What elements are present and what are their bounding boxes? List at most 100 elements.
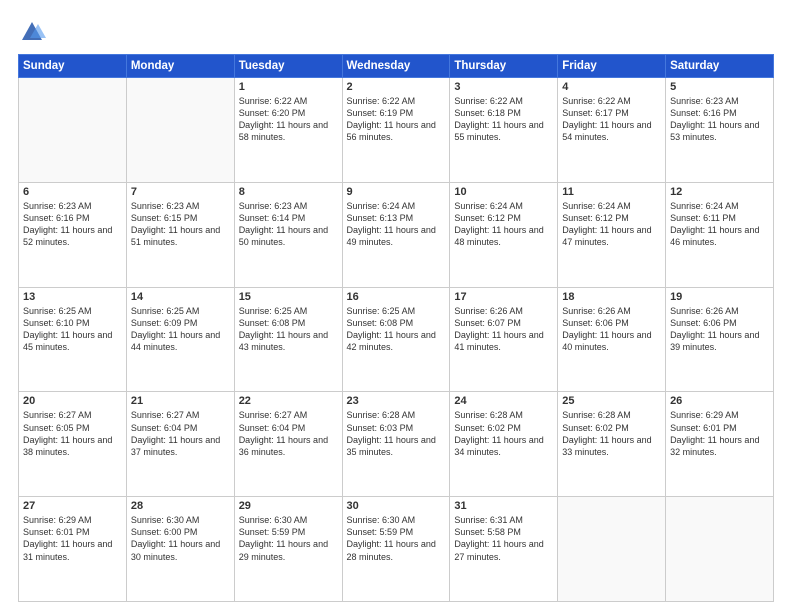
day-info: Sunrise: 6:22 AMSunset: 6:17 PMDaylight:… [562, 95, 661, 144]
day-info: Sunrise: 6:28 AMSunset: 6:03 PMDaylight:… [347, 409, 446, 458]
day-number: 12 [670, 186, 769, 198]
weekday-header-friday: Friday [558, 55, 666, 78]
day-number: 3 [454, 81, 553, 93]
day-info: Sunrise: 6:23 AMSunset: 6:14 PMDaylight:… [239, 200, 338, 249]
day-number: 20 [23, 395, 122, 407]
day-number: 10 [454, 186, 553, 198]
day-cell: 22 Sunrise: 6:27 AMSunset: 6:04 PMDayligh… [234, 392, 342, 497]
day-cell: 25Sunrise: 6:28 AMSunset: 6:02 PMDayligh… [558, 392, 666, 497]
day-info: Sunrise: 6:25 AMSunset: 6:08 PMDaylight:… [239, 305, 338, 354]
day-number: 22 [239, 395, 338, 407]
day-info: Sunrise: 6:24 AMSunset: 6:13 PMDaylight:… [347, 200, 446, 249]
day-cell [666, 497, 774, 602]
day-info: Sunrise: 6:25 AMSunset: 6:09 PMDaylight:… [131, 305, 230, 354]
day-info: Sunrise: 6:29 AMSunset: 6:01 PMDaylight:… [23, 514, 122, 563]
weekday-header-saturday: Saturday [666, 55, 774, 78]
day-cell: 14 Sunrise: 6:25 AMSunset: 6:09 PMDayligh… [126, 287, 234, 392]
day-cell: 21 Sunrise: 6:27 AMSunset: 6:04 PMDayligh… [126, 392, 234, 497]
header [18, 18, 774, 46]
day-number: 14 [131, 291, 230, 303]
day-number: 6 [23, 186, 122, 198]
day-number: 27 [23, 500, 122, 512]
week-row-1: 6 Sunrise: 6:23 AMSunset: 6:16 PMDaylight… [19, 182, 774, 287]
weekday-header-sunday: Sunday [19, 55, 127, 78]
day-number: 21 [131, 395, 230, 407]
day-cell: 27 Sunrise: 6:29 AMSunset: 6:01 PMDayligh… [19, 497, 127, 602]
day-cell: 9 Sunrise: 6:24 AMSunset: 6:13 PMDaylight… [342, 182, 450, 287]
day-info: Sunrise: 6:22 AMSunset: 6:19 PMDaylight:… [347, 95, 446, 144]
day-cell: 20 Sunrise: 6:27 AMSunset: 6:05 PMDayligh… [19, 392, 127, 497]
day-cell: 5 Sunrise: 6:23 AMSunset: 6:16 PMDaylight… [666, 78, 774, 183]
weekday-header-thursday: Thursday [450, 55, 558, 78]
day-info: Sunrise: 6:26 AMSunset: 6:07 PMDaylight:… [454, 305, 553, 354]
day-cell: 2Sunrise: 6:22 AMSunset: 6:19 PMDaylight… [342, 78, 450, 183]
day-cell: 31Sunrise: 6:31 AMSunset: 5:58 PMDayligh… [450, 497, 558, 602]
day-number: 7 [131, 186, 230, 198]
day-info: Sunrise: 6:23 AMSunset: 6:16 PMDaylight:… [670, 95, 769, 144]
day-cell: 8 Sunrise: 6:23 AMSunset: 6:14 PMDaylight… [234, 182, 342, 287]
day-cell: 17 Sunrise: 6:26 AMSunset: 6:07 PMDayligh… [450, 287, 558, 392]
day-cell: 28 Sunrise: 6:30 AMSunset: 6:00 PMDayligh… [126, 497, 234, 602]
day-cell: 12 Sunrise: 6:24 AMSunset: 6:11 PMDayligh… [666, 182, 774, 287]
day-number: 8 [239, 186, 338, 198]
day-cell: 23 Sunrise: 6:28 AMSunset: 6:03 PMDayligh… [342, 392, 450, 497]
day-number: 11 [562, 186, 661, 198]
day-info: Sunrise: 6:24 AMSunset: 6:11 PMDaylight:… [670, 200, 769, 249]
day-info: Sunrise: 6:30 AMSunset: 5:59 PMDaylight:… [239, 514, 338, 563]
day-number: 23 [347, 395, 446, 407]
calendar-page: SundayMondayTuesdayWednesdayThursdayFrid… [0, 0, 792, 612]
day-info: Sunrise: 6:23 AMSunset: 6:15 PMDaylight:… [131, 200, 230, 249]
day-info: Sunrise: 6:29 AMSunset: 6:01 PMDaylight:… [670, 409, 769, 458]
day-cell: 19Sunrise: 6:26 AMSunset: 6:06 PMDayligh… [666, 287, 774, 392]
day-number: 1 [239, 81, 338, 93]
day-cell: 18Sunrise: 6:26 AMSunset: 6:06 PMDayligh… [558, 287, 666, 392]
day-info: Sunrise: 6:27 AMSunset: 6:04 PMDaylight:… [239, 409, 338, 458]
day-number: 17 [454, 291, 553, 303]
day-number: 5 [670, 81, 769, 93]
day-info: Sunrise: 6:24 AMSunset: 6:12 PMDaylight:… [454, 200, 553, 249]
day-cell: 11 Sunrise: 6:24 AMSunset: 6:12 PMDayligh… [558, 182, 666, 287]
day-cell: 15 Sunrise: 6:25 AMSunset: 6:08 PMDayligh… [234, 287, 342, 392]
day-cell: 16 Sunrise: 6:25 AMSunset: 6:08 PMDayligh… [342, 287, 450, 392]
day-info: Sunrise: 6:22 AMSunset: 6:18 PMDaylight:… [454, 95, 553, 144]
logo [18, 18, 50, 46]
day-cell: 24Sunrise: 6:28 AMSunset: 6:02 PMDayligh… [450, 392, 558, 497]
day-cell: 13Sunrise: 6:25 AMSunset: 6:10 PMDayligh… [19, 287, 127, 392]
day-info: Sunrise: 6:27 AMSunset: 6:05 PMDaylight:… [23, 409, 122, 458]
day-info: Sunrise: 6:27 AMSunset: 6:04 PMDaylight:… [131, 409, 230, 458]
day-info: Sunrise: 6:30 AMSunset: 5:59 PMDaylight:… [347, 514, 446, 563]
day-cell: 7 Sunrise: 6:23 AMSunset: 6:15 PMDaylight… [126, 182, 234, 287]
day-cell: 29 Sunrise: 6:30 AMSunset: 5:59 PMDayligh… [234, 497, 342, 602]
day-info: Sunrise: 6:25 AMSunset: 6:10 PMDaylight:… [23, 305, 122, 354]
day-number: 29 [239, 500, 338, 512]
week-row-3: 20 Sunrise: 6:27 AMSunset: 6:05 PMDayligh… [19, 392, 774, 497]
week-row-2: 13Sunrise: 6:25 AMSunset: 6:10 PMDayligh… [19, 287, 774, 392]
day-cell [126, 78, 234, 183]
day-number: 9 [347, 186, 446, 198]
week-row-4: 27 Sunrise: 6:29 AMSunset: 6:01 PMDayligh… [19, 497, 774, 602]
day-number: 31 [454, 500, 553, 512]
day-info: Sunrise: 6:28 AMSunset: 6:02 PMDaylight:… [454, 409, 553, 458]
day-cell: 3 Sunrise: 6:22 AMSunset: 6:18 PMDaylight… [450, 78, 558, 183]
day-number: 16 [347, 291, 446, 303]
day-info: Sunrise: 6:22 AMSunset: 6:20 PMDaylight:… [239, 95, 338, 144]
day-number: 19 [670, 291, 769, 303]
day-cell: 30 Sunrise: 6:30 AMSunset: 5:59 PMDayligh… [342, 497, 450, 602]
day-number: 30 [347, 500, 446, 512]
day-info: Sunrise: 6:26 AMSunset: 6:06 PMDaylight:… [562, 305, 661, 354]
day-number: 25 [562, 395, 661, 407]
day-number: 28 [131, 500, 230, 512]
day-cell: 6 Sunrise: 6:23 AMSunset: 6:16 PMDaylight… [19, 182, 127, 287]
logo-icon [18, 18, 46, 46]
day-info: Sunrise: 6:23 AMSunset: 6:16 PMDaylight:… [23, 200, 122, 249]
weekday-header-row: SundayMondayTuesdayWednesdayThursdayFrid… [19, 55, 774, 78]
day-number: 15 [239, 291, 338, 303]
day-cell: 1 Sunrise: 6:22 AMSunset: 6:20 PMDaylight… [234, 78, 342, 183]
day-info: Sunrise: 6:24 AMSunset: 6:12 PMDaylight:… [562, 200, 661, 249]
weekday-header-wednesday: Wednesday [342, 55, 450, 78]
weekday-header-monday: Monday [126, 55, 234, 78]
day-info: Sunrise: 6:30 AMSunset: 6:00 PMDaylight:… [131, 514, 230, 563]
day-number: 26 [670, 395, 769, 407]
day-info: Sunrise: 6:25 AMSunset: 6:08 PMDaylight:… [347, 305, 446, 354]
day-cell: 10 Sunrise: 6:24 AMSunset: 6:12 PMDayligh… [450, 182, 558, 287]
